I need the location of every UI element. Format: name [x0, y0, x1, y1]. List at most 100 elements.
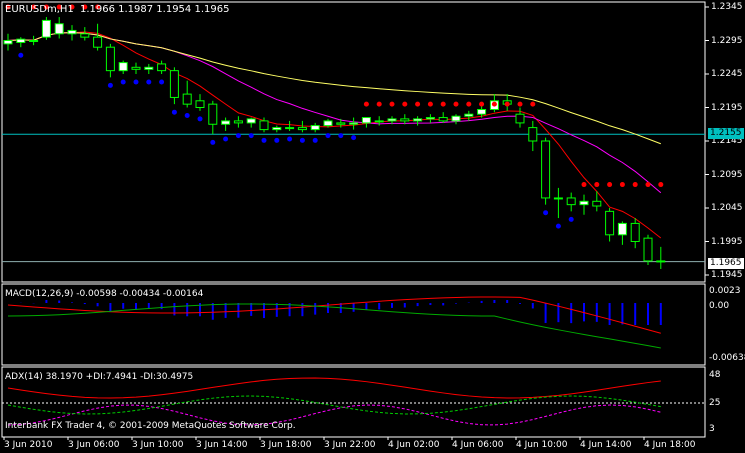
psar-dot [274, 137, 280, 143]
psar-dot [594, 182, 600, 188]
psar-dot [466, 101, 472, 107]
psar-dot [658, 182, 664, 188]
current-price-label: 1.1965 [708, 258, 744, 269]
adx-tick-25: 25 [709, 398, 721, 408]
candle-body [643, 237, 653, 262]
macd-main-line [7, 303, 661, 349]
macd-tick-top: 0.0023 [709, 286, 741, 296]
candle-body [259, 120, 269, 131]
candle-body [451, 115, 461, 122]
candle-body [16, 38, 26, 44]
psar-dot [235, 133, 241, 139]
candle-body [157, 63, 167, 72]
psar-dot [107, 82, 113, 88]
candle-body [93, 36, 103, 48]
psar-dot [453, 101, 459, 107]
candle-body [233, 120, 243, 124]
psar-dot [543, 210, 549, 216]
psar-dot [261, 137, 267, 143]
candle-body [656, 260, 666, 263]
macd-tick-bottom: -0.00638 [709, 353, 745, 363]
psar-dot [530, 101, 536, 107]
psar-dot [376, 101, 382, 107]
adx-minus-di-line [7, 395, 661, 415]
psar-dot [415, 101, 421, 107]
time-tick-label: 3 Jun 18:00 [260, 440, 312, 450]
time-tick-label: 4 Jun 06:00 [452, 440, 504, 450]
time-tick-label: 4 Jun 02:00 [388, 440, 440, 450]
candle-body [374, 120, 384, 123]
psar-dot [581, 182, 587, 188]
psar-dot [325, 133, 331, 139]
candle-body [541, 140, 551, 199]
psar-dot [338, 133, 344, 139]
adx-tick-48: 48 [709, 370, 721, 380]
macd-signal-line [7, 296, 661, 334]
psar-dot [427, 101, 433, 107]
candle-body [515, 113, 525, 124]
time-tick-label: 3 Jun 2010 [4, 440, 53, 450]
psar-dot [504, 101, 510, 107]
psar-dot [568, 216, 574, 222]
psar-dot [299, 137, 305, 143]
price-tick-label: 1.2245 [711, 69, 743, 79]
candle-body [400, 118, 410, 122]
candle-body [592, 200, 602, 207]
candle-body [528, 127, 538, 142]
candle-body [477, 109, 487, 115]
time-tick-label: 3 Jun 10:00 [132, 440, 184, 450]
ohlc-values: 1.1966 1.1987 1.1954 1.1965 [79, 4, 230, 15]
candle-body [29, 40, 39, 42]
psar-dot [402, 101, 408, 107]
candle-body [566, 197, 576, 206]
candle-body [336, 122, 346, 125]
symbol-name: EURUSDm,H1 [5, 4, 74, 15]
candle-body [464, 113, 474, 117]
time-tick-label: 4 Jun 14:00 [580, 440, 632, 450]
psar-dot [18, 52, 24, 58]
candle-body [605, 210, 615, 236]
price-tick-label: 1.2095 [711, 169, 743, 180]
candle-body [310, 125, 320, 131]
candle-body [182, 93, 192, 105]
candle-body [195, 100, 205, 109]
time-tick-label: 4 Jun 10:00 [516, 440, 568, 450]
chart-window[interactable]: EURUSDm,H1 1.1966 1.1987 1.1954 1.1965 1… [0, 0, 745, 453]
candle-body [221, 120, 231, 125]
psar-dot [351, 135, 357, 141]
time-tick-label: 4 Jun 18:00 [644, 440, 696, 450]
time-tick-label: 3 Jun 06:00 [68, 440, 120, 450]
psar-dot [248, 133, 254, 139]
candle-body [285, 127, 295, 130]
psar-dot [133, 79, 139, 85]
candle-body [54, 23, 64, 35]
adx-tick-3: 3 [709, 424, 715, 434]
candle-body [630, 222, 640, 243]
candle-body [3, 40, 13, 45]
psar-dot [287, 136, 293, 142]
candle-body [41, 19, 51, 38]
psar-dot [389, 101, 395, 107]
candle-body [413, 118, 423, 122]
candle-body [169, 70, 179, 98]
candle-body [387, 118, 397, 122]
psar-dot [146, 79, 152, 85]
candle-body [272, 127, 282, 131]
time-tick-label: 3 Jun 14:00 [196, 440, 248, 450]
price-tick-label: 1.2045 [711, 203, 743, 213]
chart-canvas[interactable] [0, 0, 745, 453]
candle-body [208, 103, 218, 125]
candle-body [131, 66, 141, 70]
psar-dot [363, 101, 369, 107]
time-tick-label: 3 Jun 22:00 [324, 440, 376, 450]
price-tick-label: 1.2345 [711, 2, 743, 12]
candle-body [323, 120, 333, 127]
psar-dot [479, 101, 485, 107]
price-tick-label: 1.1995 [711, 236, 743, 247]
candle-body [617, 222, 627, 236]
copyright-watermark: Interbank FX Trader 4, © 2001-2009 MetaQ… [5, 421, 296, 431]
candle-body [144, 66, 154, 70]
adx-label: ADX(14) 38.1970 +DI:7.4941 -DI:30.4975 [5, 372, 194, 382]
candle-body [118, 62, 128, 72]
macd-tick-zero: 0.00 [709, 301, 730, 311]
